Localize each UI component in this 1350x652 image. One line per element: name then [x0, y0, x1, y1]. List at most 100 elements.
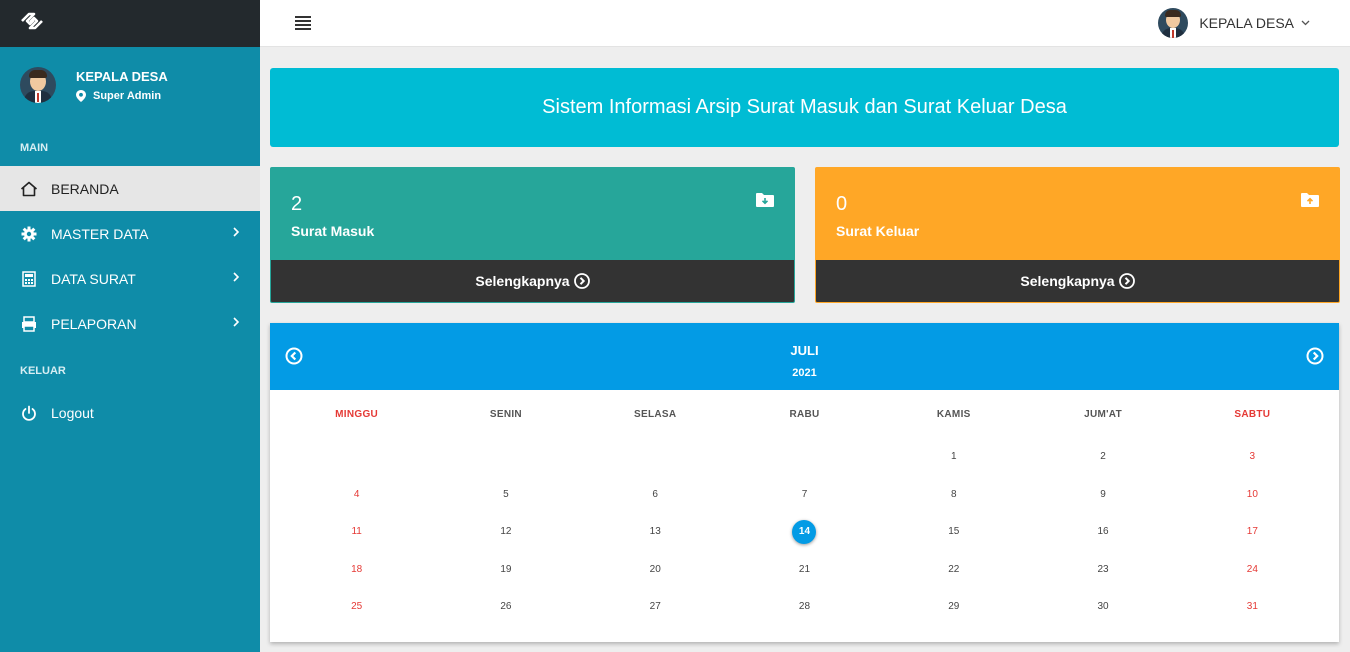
- day-number: 11: [351, 526, 362, 538]
- home-icon: [20, 180, 38, 198]
- calendar-year: 2021: [792, 367, 817, 379]
- calendar-day[interactable]: 14: [730, 513, 879, 551]
- sidebar-item-master-data[interactable]: MASTER DATA: [0, 211, 260, 256]
- sidebar-user-role-label: Super Admin: [93, 89, 162, 102]
- calendar-empty-cell: [431, 438, 580, 476]
- calculator-icon: [20, 270, 38, 288]
- day-number: 17: [1246, 526, 1258, 538]
- calendar-day[interactable]: 3: [1178, 438, 1327, 476]
- header-user-name: KEPALA DESA: [1199, 15, 1294, 31]
- page-title: Sistem Informasi Arsip Surat Masuk dan S…: [542, 96, 1067, 118]
- day-number: 20: [649, 563, 661, 575]
- sidebar-item-pelaporan[interactable]: PELAPORAN: [0, 301, 260, 346]
- sidebar-item-label: BERANDA: [51, 180, 119, 197]
- power-icon: [20, 404, 38, 422]
- calendar-day[interactable]: 2: [1028, 438, 1177, 476]
- day-number: 12: [500, 526, 512, 538]
- more-label: Selengkapnya: [1020, 273, 1115, 289]
- calendar-day[interactable]: 20: [581, 551, 730, 589]
- more-link-surat-keluar[interactable]: Selengkapnya: [816, 260, 1339, 302]
- next-month-icon[interactable]: [1306, 347, 1324, 370]
- calendar-day[interactable]: 31: [1178, 588, 1327, 626]
- day-number: 23: [1097, 563, 1109, 575]
- calendar-day[interactable]: 17: [1178, 513, 1327, 551]
- sidebar-item-label: DATA SURAT: [51, 270, 136, 287]
- stat-box-surat-masuk: 2 Surat Masuk Selengkapnya: [270, 167, 795, 303]
- top-header: KEPALA DESA: [260, 0, 1350, 47]
- location-pin-icon: [76, 89, 86, 102]
- calendar-day[interactable]: 12: [431, 513, 580, 551]
- day-number: 7: [801, 488, 808, 500]
- weekday-header: KAMIS: [936, 409, 971, 420]
- sidebar-item-logout[interactable]: Logout: [0, 390, 260, 435]
- day-number: 27: [649, 601, 661, 613]
- user-menu[interactable]: KEPALA DESA: [1158, 8, 1310, 38]
- day-number: 15: [948, 526, 960, 538]
- calendar-day[interactable]: 21: [730, 551, 879, 589]
- calendar-day[interactable]: 28: [730, 588, 879, 626]
- sidebar: KEPALA DESA Super Admin MAIN BERANDA MAS…: [0, 0, 260, 652]
- calendar-day[interactable]: 10: [1178, 476, 1327, 514]
- section-main-label: MAIN: [20, 142, 49, 154]
- calendar-day[interactable]: 4: [282, 476, 431, 514]
- calendar-day[interactable]: 29: [879, 588, 1028, 626]
- calendar-empty-cell: [730, 438, 879, 476]
- menu-toggle-icon[interactable]: [295, 16, 311, 30]
- day-number: 21: [798, 563, 811, 575]
- calendar-day[interactable]: 23: [1028, 551, 1177, 589]
- calendar-day[interactable]: 25: [282, 588, 431, 626]
- weekday-header: JUM'AT: [1084, 409, 1122, 420]
- chevron-down-icon: [1301, 20, 1310, 26]
- calendar-day[interactable]: 11: [282, 513, 431, 551]
- folder-download-icon: [756, 193, 774, 212]
- more-label: Selengkapnya: [475, 273, 570, 289]
- logo-icon[interactable]: [20, 11, 44, 36]
- today-marker: 14: [792, 519, 817, 544]
- calendar-day[interactable]: 8: [879, 476, 1028, 514]
- day-number: 24: [1246, 563, 1258, 575]
- stat-count: 0: [836, 193, 848, 215]
- calendar-day[interactable]: 16: [1028, 513, 1177, 551]
- printer-icon: [20, 315, 38, 333]
- day-number: 26: [500, 601, 512, 613]
- brand-bar: [0, 0, 260, 47]
- calendar-header: JULI 2021: [270, 323, 1339, 390]
- sidebar-item-data-surat[interactable]: DATA SURAT: [0, 256, 260, 301]
- stat-count: 2: [291, 193, 303, 215]
- day-number: 16: [1097, 526, 1109, 538]
- calendar-day[interactable]: 18: [282, 551, 431, 589]
- calendar-day[interactable]: 22: [879, 551, 1028, 589]
- calendar-week-row: 4 5 6 7 8 9 10: [282, 476, 1327, 514]
- calendar-day[interactable]: 24: [1178, 551, 1327, 589]
- sidebar-item-beranda[interactable]: BERANDA: [0, 166, 260, 211]
- sidebar-user-role: Super Admin: [76, 89, 168, 102]
- arrow-circle-right-icon: [573, 273, 590, 289]
- calendar-day[interactable]: 19: [431, 551, 580, 589]
- weekday-header: SABTU: [1234, 409, 1271, 420]
- chevron-right-icon: [233, 272, 240, 282]
- stat-label: Surat Masuk: [291, 223, 375, 239]
- calendar-day[interactable]: 9: [1028, 476, 1177, 514]
- day-number: 5: [503, 488, 509, 500]
- calendar-day[interactable]: 15: [879, 513, 1028, 551]
- more-link-surat-masuk[interactable]: Selengkapnya: [271, 260, 794, 302]
- chevron-right-icon: [233, 227, 240, 237]
- calendar-day[interactable]: 27: [581, 588, 730, 626]
- day-number: 28: [798, 601, 811, 613]
- day-number: 8: [950, 488, 957, 500]
- avatar: [20, 67, 56, 103]
- calendar-week-row: 18 19 20 21 22 23 24: [282, 551, 1327, 589]
- day-number: 6: [652, 488, 658, 500]
- calendar-day[interactable]: 13: [581, 513, 730, 551]
- day-number: 30: [1097, 601, 1109, 613]
- calendar-day[interactable]: 6: [581, 476, 730, 514]
- calendar-day[interactable]: 26: [431, 588, 580, 626]
- calendar-day[interactable]: 7: [730, 476, 879, 514]
- calendar-day[interactable]: 30: [1028, 588, 1177, 626]
- calendar: JULI 2021 MINGGU SENIN SELASA RABU KAMIS JUM'…: [270, 323, 1339, 642]
- day-number: 31: [1246, 601, 1258, 613]
- sidebar-user-name: KEPALA DESA: [76, 68, 168, 84]
- calendar-day[interactable]: 5: [431, 476, 580, 514]
- sidebar-item-label: MASTER DATA: [51, 225, 149, 242]
- calendar-day[interactable]: 1: [879, 438, 1028, 476]
